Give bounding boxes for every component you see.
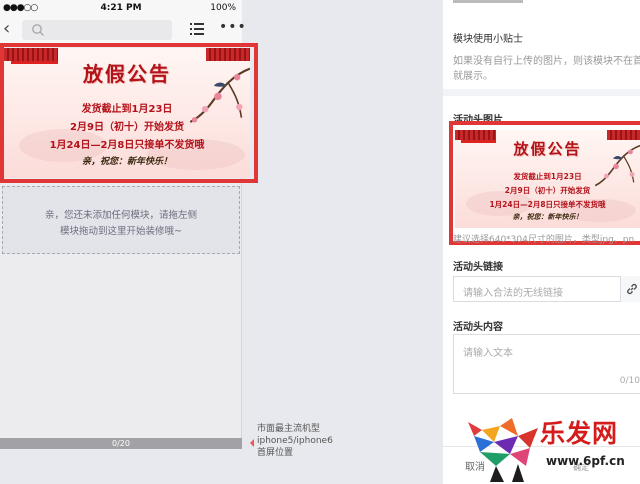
tips-text-1: 如果没有自行上传的图片，则该模块不在首 [453, 56, 640, 67]
status-bar: ●●●○○ 4:21 PM 100% [0, 0, 242, 16]
phone-preview: ●●●○○ 4:21 PM 100% ‹ ••• 放假公告 发货截止到1月23日… [0, 0, 258, 449]
module-drop-zone[interactable]: 亲，您还未添加任何模块，请拖左侧 模块拖动到这里开始装修哦~ [2, 186, 240, 254]
status-time: 4:21 PM [100, 3, 142, 13]
banner-content-label: 活动头内容 [453, 322, 503, 333]
banner-content-textarea[interactable]: 请输入文本 0/10 [453, 334, 640, 394]
tips-title: 模块使用小贴士 [453, 34, 523, 45]
panel-header-stub [453, 0, 523, 3]
list-icon[interactable] [190, 23, 204, 35]
highlight-frame [449, 121, 640, 245]
banner-link-input[interactable]: 请输入合法的无线链接 [453, 276, 640, 302]
search-icon [32, 24, 44, 36]
marker-arrow-icon [250, 439, 254, 447]
content-char-count: 0/10 [619, 376, 640, 386]
more-icon[interactable]: ••• [219, 19, 247, 35]
device-hint-line-2: iphone5/iphone6 [257, 436, 333, 446]
drop-zone-hint-1: 亲，您还未添加任何模块，请拖左侧 [44, 210, 197, 221]
highlight-frame [0, 43, 258, 183]
device-hint-line-3: 首屏位置 [257, 448, 294, 458]
banner-link-label: 活动头链接 [453, 262, 503, 273]
image-size-hint: 建议选择640*304尺寸的图片，类型jpg、pn [453, 235, 635, 245]
tips-text-2: 就展示。 [453, 71, 493, 82]
search-input[interactable] [22, 20, 172, 40]
content-placeholder: 请输入文本 [463, 348, 513, 359]
module-count-bar: 0/20 [0, 438, 242, 449]
device-hint-line-1: 市面最主流机型 [257, 424, 321, 434]
link-icon [627, 283, 637, 295]
nav-bar: ‹ ••• [0, 16, 246, 44]
watermark-url: www.6pf.cn [546, 454, 625, 468]
back-icon[interactable]: ‹ [3, 18, 10, 40]
section-divider [443, 89, 640, 96]
watermark-brand: 乐发网 [540, 419, 619, 448]
bull-logo-icon [468, 418, 538, 482]
site-watermark: 乐发网 www.6pf.cn [460, 408, 640, 484]
link-button[interactable] [620, 276, 640, 302]
first-screen-marker: 市面最主流机型 iphone5/iphone6 首屏位置 [250, 423, 333, 459]
drop-zone-hint-2: 模块拖动到这里开始装修哦~ [60, 226, 182, 237]
module-count-label: 0/20 [112, 439, 130, 448]
battery-level: 100% [210, 3, 236, 13]
